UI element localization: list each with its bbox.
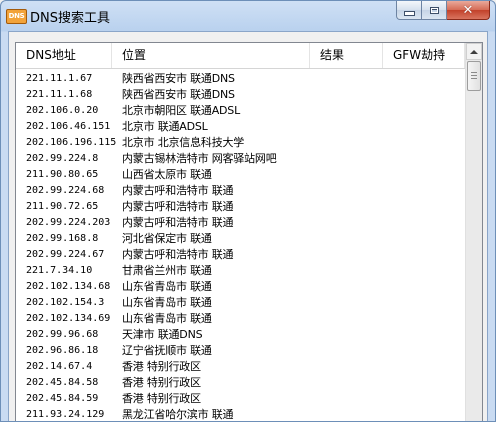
dns-app-icon[interactable]: DNS <box>6 9 27 24</box>
vertical-scrollbar[interactable] <box>465 43 482 421</box>
minimize-button[interactable] <box>396 1 422 20</box>
thumb-grip <box>471 72 477 73</box>
dns-address-cell: 221.7.34.10 <box>26 265 93 276</box>
column-header-gfw-hijack[interactable]: GFW劫持 <box>383 43 465 68</box>
column-header-dns-address[interactable]: DNS地址 <box>16 43 112 68</box>
dns-address-cell: 202.99.224.67 <box>26 249 105 260</box>
dns-address-cell: 202.45.84.58 <box>26 377 99 388</box>
dns-address-cell: 202.106.0.20 <box>26 105 99 116</box>
location-cell: 香港 特别行政区 <box>122 360 201 373</box>
table-row[interactable]: 202.99.224.8 内蒙古锡林浩特市 网客驿站网吧 <box>16 151 465 167</box>
dns-address-cell: 211.93.24.129 <box>26 409 105 420</box>
scrollbar-thumb[interactable] <box>467 61 481 91</box>
dns-address-cell: 211.90.80.65 <box>26 169 99 180</box>
column-header-location[interactable]: 位置 <box>112 43 310 68</box>
dns-address-cell: 202.14.67.4 <box>26 361 93 372</box>
location-cell: 陕西省西安市 联通DNS <box>122 72 235 85</box>
table-row[interactable]: 202.99.224.68 内蒙古呼和浩特市 联通 <box>16 183 465 199</box>
location-cell: 辽宁省抚顺市 联通 <box>122 344 212 357</box>
minimize-icon <box>403 11 415 16</box>
dns-address-cell: 202.96.86.18 <box>26 345 99 356</box>
dns-address-cell: 202.99.224.68 <box>26 185 105 196</box>
arrow-up-icon <box>470 49 478 54</box>
table-row[interactable]: 202.45.84.59 香港 特别行政区 <box>16 391 465 407</box>
table-row[interactable]: 221.11.1.68 陕西省西安市 联通DNS <box>16 87 465 103</box>
location-cell: 北京市 北京信息科技大学 <box>122 136 245 149</box>
table-row[interactable]: 202.99.224.203 内蒙古呼和浩特市 联通 <box>16 215 465 231</box>
location-cell: 黑龙江省哈尔滨市 联通 <box>122 408 234 421</box>
location-cell: 内蒙古呼和浩特市 联通 <box>122 248 234 261</box>
maximize-button[interactable] <box>422 1 447 20</box>
table-row[interactable]: 202.106.0.20 北京市朝阳区 联通ADSL <box>16 103 465 119</box>
table-row[interactable]: 202.106.46.151 北京市 联通ADSL <box>16 119 465 135</box>
thumb-grip <box>471 78 477 79</box>
table-row[interactable]: 211.90.72.65 内蒙古呼和浩特市 联通 <box>16 199 465 215</box>
dns-address-cell: 202.99.96.68 <box>26 329 99 340</box>
location-cell: 香港 特别行政区 <box>122 376 201 389</box>
dns-address-cell: 202.45.84.59 <box>26 393 99 404</box>
list-header: DNS地址 位置 结果 GFW劫持 <box>16 43 465 69</box>
dns-address-cell: 202.99.168.8 <box>26 233 99 244</box>
table-row[interactable]: 202.96.86.18 辽宁省抚顺市 联通 <box>16 343 465 359</box>
location-cell: 北京市朝阳区 联通ADSL <box>122 104 241 117</box>
location-cell: 香港 特别行政区 <box>122 392 201 405</box>
client-area: DNS地址 位置 结果 GFW劫持 221.11.1.67 陕西省西安市 联通DN… <box>8 31 488 421</box>
dns-address-cell: 202.106.46.151 <box>26 121 111 132</box>
table-row[interactable]: 202.99.224.67 内蒙古呼和浩特市 联通 <box>16 247 465 263</box>
dns-address-cell: 202.102.134.68 <box>26 281 111 292</box>
table-row[interactable]: 221.11.1.67 陕西省西安市 联通DNS <box>16 71 465 87</box>
location-cell: 山东省青岛市 联通 <box>122 296 212 309</box>
scroll-up-button[interactable] <box>466 43 482 60</box>
dns-address-cell: 211.90.72.65 <box>26 201 99 212</box>
location-cell: 山西省太原市 联通 <box>122 168 212 181</box>
list-rows: 221.11.1.67 陕西省西安市 联通DNS 221.11.1.68 陕西省西安市… <box>16 71 465 421</box>
table-row[interactable]: 202.102.134.69 山东省青岛市 联通 <box>16 311 465 327</box>
maximize-icon <box>429 6 439 14</box>
dns-address-cell: 202.102.134.69 <box>26 313 111 324</box>
location-cell: 河北省保定市 联通 <box>122 232 212 245</box>
location-cell: 内蒙古锡林浩特市 网客驿站网吧 <box>122 152 277 165</box>
table-row[interactable]: 202.106.196.115 北京市 北京信息科技大学 <box>16 135 465 151</box>
dns-address-cell: 202.106.196.115 <box>26 137 117 148</box>
caption-buttons: ✕ <box>396 1 490 21</box>
column-header-result[interactable]: 结果 <box>310 43 383 68</box>
location-cell: 内蒙古呼和浩特市 联通 <box>122 184 234 197</box>
dns-address-cell: 202.99.224.8 <box>26 153 99 164</box>
location-cell: 内蒙古呼和浩特市 联通 <box>122 216 234 229</box>
table-row[interactable]: 202.45.84.58 香港 特别行政区 <box>16 375 465 391</box>
close-button[interactable]: ✕ <box>447 1 490 20</box>
table-row[interactable]: 202.99.96.68 天津市 联通DNS <box>16 327 465 343</box>
table-row[interactable]: 202.14.67.4 香港 特别行政区 <box>16 359 465 375</box>
app-window: DNS DNS搜索工具 ✕ DNS地址 位置 结果 GFW劫持 221.11.1… <box>0 0 496 422</box>
thumb-grip <box>471 75 477 76</box>
dns-address-cell: 202.99.224.203 <box>26 217 111 228</box>
location-cell: 甘肃省兰州市 联通 <box>122 264 212 277</box>
title-bar[interactable]: DNS DNS搜索工具 ✕ <box>1 1 495 31</box>
table-row[interactable]: 211.93.24.129 黑龙江省哈尔滨市 联通 <box>16 407 465 421</box>
close-icon: ✕ <box>462 2 474 18</box>
table-row[interactable]: 211.90.80.65 山西省太原市 联通 <box>16 167 465 183</box>
window-title: DNS搜索工具 <box>30 11 110 26</box>
dns-list-view[interactable]: DNS地址 位置 结果 GFW劫持 221.11.1.67 陕西省西安市 联通DN… <box>15 42 483 421</box>
location-cell: 内蒙古呼和浩特市 联通 <box>122 200 234 213</box>
table-row[interactable]: 202.102.154.3 山东省青岛市 联通 <box>16 295 465 311</box>
table-row[interactable]: 202.102.134.68 山东省青岛市 联通 <box>16 279 465 295</box>
location-cell: 山东省青岛市 联通 <box>122 280 212 293</box>
dns-address-cell: 202.102.154.3 <box>26 297 105 308</box>
dns-address-cell: 221.11.1.68 <box>26 89 93 100</box>
location-cell: 山东省青岛市 联通 <box>122 312 212 325</box>
table-row[interactable]: 202.99.168.8 河北省保定市 联通 <box>16 231 465 247</box>
table-row[interactable]: 221.7.34.10 甘肃省兰州市 联通 <box>16 263 465 279</box>
location-cell: 天津市 联通DNS <box>122 328 203 341</box>
location-cell: 陕西省西安市 联通DNS <box>122 88 235 101</box>
location-cell: 北京市 联通ADSL <box>122 120 208 133</box>
dns-address-cell: 221.11.1.67 <box>26 73 93 84</box>
